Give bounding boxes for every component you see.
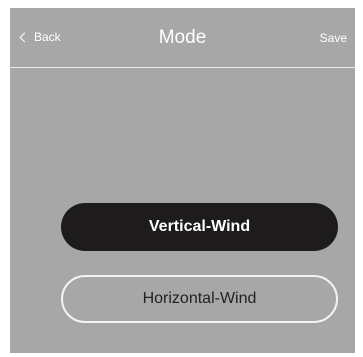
vertical-wind-button[interactable]: Vertical-Wind xyxy=(61,203,338,251)
mode-screen: Back Mode Save Vertical-Wind Horizontal-… xyxy=(10,8,355,353)
horizontal-wind-label: Horizontal-Wind xyxy=(142,290,257,307)
page-title: Mode xyxy=(158,27,207,48)
horizontal-wind-button[interactable]: Horizontal-Wind xyxy=(61,275,338,323)
vertical-wind-label: Vertical-Wind xyxy=(148,218,251,235)
save-button[interactable]: Save xyxy=(320,31,347,45)
header-bar: Back Mode Save xyxy=(10,8,355,67)
header-divider xyxy=(10,67,355,68)
